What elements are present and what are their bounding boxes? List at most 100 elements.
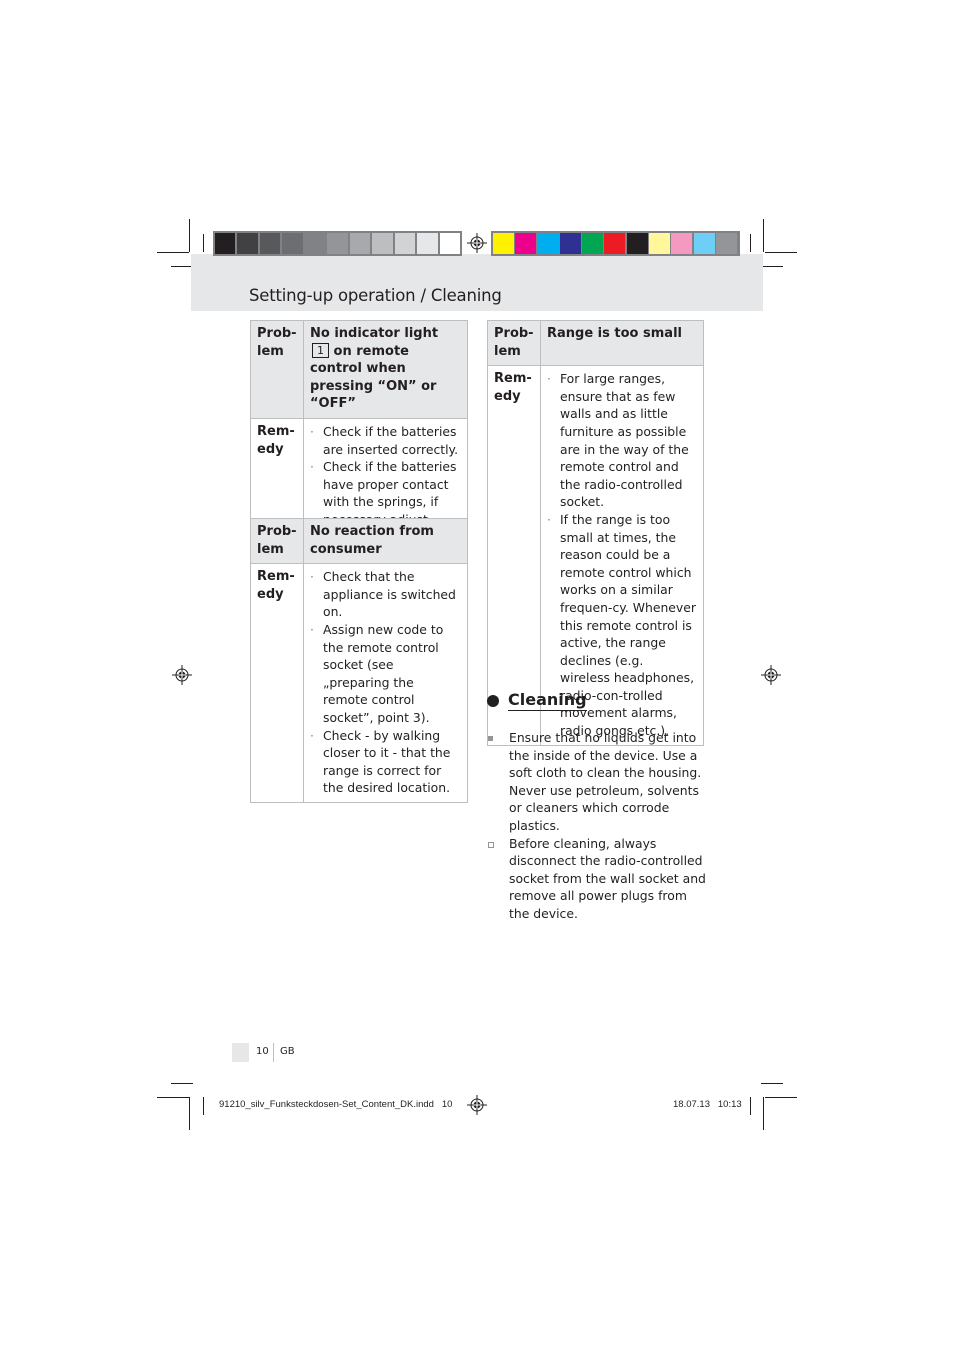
color-swatch [582, 233, 604, 254]
crop-mark [189, 1097, 190, 1130]
color-swatch [493, 233, 514, 254]
color-swatch [671, 233, 693, 254]
remedy-row: Rem-edy Check if the batteries are inser… [250, 417, 468, 535]
problem-row: Prob-lem No indicator light 1 on remote … [250, 320, 468, 419]
problem-text: No reaction from consumer [303, 517, 468, 565]
color-swatch [304, 233, 326, 254]
color-swatch [237, 233, 258, 254]
label-text: Rem- [257, 569, 295, 585]
slug-filename: 91210_silv_Funksteckdosen-Set_Content_DK… [219, 1099, 453, 1110]
crop-mark [157, 252, 189, 253]
crop-mark [750, 234, 751, 252]
color-swatch [282, 233, 303, 254]
remedy-label: Rem-edy [250, 417, 304, 535]
registration-mark-icon [172, 665, 192, 685]
color-swatch [215, 233, 236, 254]
reference-number-badge: 1 [312, 342, 329, 358]
cleaning-list: Ensure that no liquids get into the insi… [487, 729, 709, 923]
color-swatch [327, 233, 348, 254]
section-title: Cleaning [508, 690, 587, 711]
label-text: lem [494, 343, 521, 359]
label-text: Rem- [257, 423, 295, 439]
color-swatch [349, 233, 371, 254]
color-swatch [439, 233, 460, 254]
label-text: edy [494, 388, 521, 404]
hollow-square-bullet-icon [488, 841, 494, 848]
label-text: Prob- [257, 326, 297, 341]
crop-mark [203, 1097, 204, 1115]
label-text: edy [257, 441, 284, 457]
problem-label: Prob-lem [250, 517, 304, 565]
filled-square-bullet-icon [488, 736, 493, 741]
label-text: lem [257, 541, 284, 557]
problem-label: Prob-lem [250, 320, 304, 419]
color-swatch [559, 233, 581, 254]
remedy-item: Check that the appliance is switched on. [310, 568, 461, 621]
problem-text: Range is too small [540, 319, 704, 367]
color-swatch [693, 233, 715, 254]
label-text: edy [257, 586, 284, 602]
remedy-row: Rem-edy For large ranges, ensure that as… [487, 365, 704, 746]
remedy-label: Rem-edy [487, 365, 541, 746]
crop-mark [763, 219, 764, 252]
page-number: 10 [256, 1046, 269, 1057]
problem-row: Prob-lem No reaction from consumer [250, 517, 468, 565]
grayscale-calibration-bar [213, 231, 462, 256]
label-text: Prob- [257, 524, 297, 539]
problem-label: Prob-lem [487, 319, 541, 367]
label-text: Rem- [494, 371, 532, 387]
cleaning-item: Ensure that no liquids get into the insi… [487, 729, 709, 835]
cleaning-item: Before cleaning, always disconnect the r… [487, 835, 709, 923]
remedy-item: Check if the batteries are inserted corr… [310, 423, 461, 458]
remedy-row: Rem-edy Check that the appliance is swit… [250, 563, 468, 803]
registration-mark-icon [467, 233, 487, 253]
troubleshooting-table-no-indicator: Prob-lem No indicator light 1 on remote … [250, 320, 468, 535]
crop-mark [171, 266, 193, 267]
color-swatch [259, 233, 281, 254]
label-text: lem [257, 343, 284, 359]
registration-mark-icon [467, 1095, 487, 1115]
color-swatch [417, 233, 438, 254]
remedy-list-cell: Check that the appliance is switched on.… [303, 563, 468, 803]
color-swatch [394, 233, 416, 254]
remedy-item: For large ranges, ensure that as few wal… [547, 370, 697, 511]
crop-mark [157, 1097, 189, 1098]
page-title: Setting-up operation / Cleaning [249, 286, 502, 305]
cleaning-item-text: Before cleaning, always disconnect the r… [509, 835, 706, 921]
problem-row: Prob-lem Range is too small [487, 319, 704, 367]
cleaning-section-heading: Cleaning [487, 690, 587, 711]
remedy-item: Assign new code to the remote control so… [310, 621, 461, 727]
bullet-dot-icon [487, 694, 499, 707]
language-code: GB [280, 1046, 295, 1057]
crop-mark [761, 266, 783, 267]
color-swatch [626, 233, 648, 254]
remedy-label: Rem-edy [250, 563, 304, 803]
color-swatch [537, 233, 559, 254]
crop-mark [203, 234, 204, 252]
divider [273, 1043, 274, 1062]
crop-mark [761, 1083, 783, 1084]
problem-title: No indicator light [310, 326, 439, 341]
color-swatch [715, 233, 737, 254]
troubleshooting-table-range: Prob-lem Range is too small Rem-edy For … [487, 319, 704, 746]
color-calibration-bar [491, 231, 740, 256]
troubleshooting-table-no-reaction: Prob-lem No reaction from consumer Rem-e… [250, 517, 468, 803]
crop-mark [171, 1083, 193, 1084]
problem-text: No indicator light 1 on remote control w… [303, 320, 468, 419]
page-number-tab [232, 1043, 249, 1062]
crop-mark [763, 1097, 764, 1130]
crop-mark [765, 1097, 797, 1098]
crop-mark [765, 252, 797, 253]
cleaning-item-text: Ensure that no liquids get into the insi… [509, 730, 702, 833]
color-swatch [604, 233, 626, 254]
remedy-list-cell: Check if the batteries are inserted corr… [303, 417, 468, 535]
label-text: Prob- [494, 326, 534, 341]
slug-date: 18.07.13 10:13 [673, 1099, 742, 1110]
crop-mark [750, 1097, 751, 1115]
registration-mark-icon [761, 665, 781, 685]
problem-title-cont: on remote control when pressing “ON” or … [310, 343, 437, 412]
remedy-list-cell: For large ranges, ensure that as few wal… [540, 365, 704, 746]
color-swatch [515, 233, 537, 254]
remedy-item: Check - by walking closer to it - that t… [310, 727, 461, 797]
crop-mark [189, 219, 190, 252]
